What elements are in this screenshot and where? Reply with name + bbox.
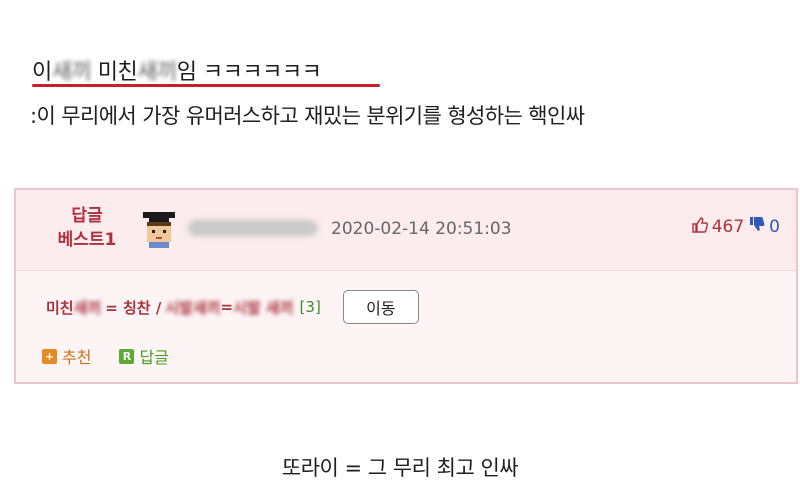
headline-underline xyxy=(32,84,380,87)
reply-count[interactable]: [3] xyxy=(300,298,321,316)
thumbs-up-icon[interactable] xyxy=(691,216,708,238)
recommend-label: 추천 xyxy=(62,348,92,367)
headline-censored-1: 새끼 xyxy=(51,60,92,85)
avatar-icon xyxy=(143,212,175,248)
comment-card: 답글 베스트1 2020-02-14 20:51:03 467 0 미친 새끼 … xyxy=(14,188,798,384)
downvote-count: 0 xyxy=(769,217,780,237)
headline: 이새끼 미친새끼임 ㅋㅋㅋㅋㅋㅋ xyxy=(32,54,322,86)
move-button[interactable]: 이동 xyxy=(342,290,419,324)
comment-censored-2: 시발 xyxy=(165,298,193,317)
comment-text: 미친 새끼 = 칭찬 / 시발 새끼 = 시발 새끼 [3] 이동 xyxy=(46,290,419,324)
comment-text-part-2: = 칭찬 / xyxy=(105,298,162,317)
plus-icon: + xyxy=(42,348,57,364)
comment-censored-3: 새끼 xyxy=(192,298,221,317)
comment-date: 2020-02-14 20:51:03 xyxy=(331,219,512,239)
nickname-censored xyxy=(188,220,318,236)
comment-text-part-1: 미친 xyxy=(46,298,74,317)
reply-label: 답글 xyxy=(139,348,169,367)
footer-caption: 또라이 = 그 무리 최고 인싸 xyxy=(281,456,519,480)
comment-text-part-3: = xyxy=(220,298,234,316)
headline-mid: 미친 xyxy=(91,60,138,85)
headline-prefix: 이 xyxy=(32,60,52,85)
recommend-button[interactable]: + 추천 xyxy=(42,344,91,368)
headline-censored-2: 새끼 xyxy=(137,60,177,85)
vote-counts: 467 0 xyxy=(691,216,780,238)
comment-censored-1: 새끼 xyxy=(73,298,102,317)
description: :이 무리에서 가장 유머러스하고 재밌는 분위기를 형성하는 핵인싸 xyxy=(30,104,585,128)
comment-censored-4: 시발 새끼 xyxy=(233,298,294,317)
thumbs-down-icon[interactable] xyxy=(748,216,765,238)
rank-line-2: 베스트1 xyxy=(57,230,117,250)
reply-button[interactable]: R 답글 xyxy=(119,344,169,368)
best-reply-badge: 답글 베스트1 xyxy=(42,204,132,252)
rank-line-1: 답글 xyxy=(71,206,103,226)
reply-icon: R xyxy=(119,348,135,364)
upvote-count: 467 xyxy=(711,217,745,237)
comment-actions: + 추천 R 답글 xyxy=(42,344,169,368)
comment-header: 답글 베스트1 2020-02-14 20:51:03 467 0 xyxy=(16,190,796,271)
headline-suffix: 임 ㅋㅋㅋㅋㅋㅋ xyxy=(176,60,322,85)
